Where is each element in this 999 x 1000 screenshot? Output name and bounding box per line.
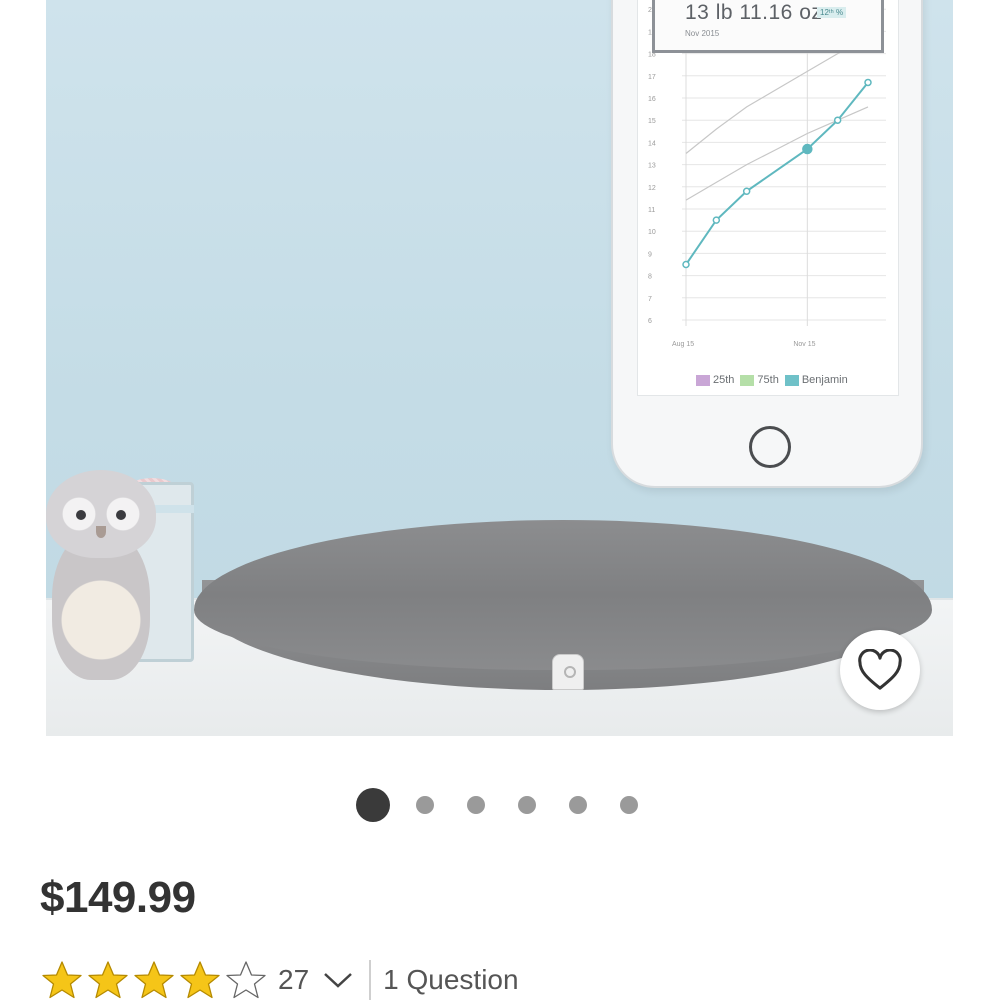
data-point [833, 116, 842, 124]
y-tick-label: 9 [648, 251, 652, 258]
star-empty-icon [226, 961, 266, 999]
carousel-indicator [0, 788, 999, 822]
heart-outline-icon [858, 649, 902, 690]
weight-date: Nov 2015 [685, 29, 720, 38]
carousel-dot[interactable] [620, 796, 638, 814]
y-tick-label: 10 [648, 229, 656, 236]
star-rating[interactable] [40, 959, 268, 1000]
product-image[interactable]: 6789101112131415161718192021Aug 15Nov 15… [46, 0, 953, 736]
y-tick-label: 16 [648, 96, 656, 103]
legend-item-75th: 75th [740, 374, 779, 386]
star-filled-icon [134, 961, 174, 999]
x-tick-label: Nov 15 [793, 341, 815, 348]
star-filled-icon [180, 961, 220, 999]
carousel-dot[interactable] [416, 796, 434, 814]
percentile-badge: 12ᵗʰ % [817, 7, 847, 18]
questions-link[interactable]: 1 Question [383, 964, 518, 996]
power-icon [552, 654, 584, 690]
legend-swatch [784, 374, 799, 386]
carousel-dot[interactable] [467, 796, 485, 814]
price: $149.99 [40, 873, 196, 922]
weight-card: 13 lb 11.16 oz 12ᵗʰ % Nov 2015 [652, 0, 884, 53]
favorite-button[interactable] [840, 630, 920, 710]
star-filled-icon [88, 961, 128, 999]
y-tick-label: 11 [648, 207, 655, 214]
star-filled-icon [42, 961, 82, 999]
carousel-dot[interactable] [518, 796, 536, 814]
y-tick-label: 12 [648, 185, 656, 192]
phone: 6789101112131415161718192021Aug 15Nov 15… [611, 0, 923, 488]
owl-plush [46, 470, 158, 690]
y-tick-label: 8 [648, 274, 652, 281]
y-tick-label: 6 [648, 318, 652, 325]
phone-screen: 6789101112131415161718192021Aug 15Nov 15… [637, 0, 899, 396]
chart-legend: 25th 75th Benjamin [696, 374, 848, 386]
legend-item-benjamin: Benjamin [784, 374, 848, 386]
review-count[interactable]: 27 [278, 964, 309, 996]
weight-value: 13 lb 11.16 oz [685, 1, 823, 24]
carousel-dot[interactable] [569, 796, 587, 814]
baby-scale [194, 520, 932, 692]
y-tick-label: 14 [648, 140, 656, 147]
series-line-benjamin [685, 81, 869, 266]
x-tick-label: Aug 15 [672, 341, 694, 348]
rating-row[interactable]: 27 1 Question [40, 960, 519, 1000]
data-point [864, 78, 872, 87]
y-tick-label: 7 [648, 296, 652, 303]
y-tick-label: 15 [648, 118, 656, 125]
y-tick-label: 17 [648, 74, 656, 81]
legend-swatch [696, 374, 710, 386]
divider [369, 960, 372, 1000]
legend-item-25th: 25th [696, 374, 734, 386]
legend-swatch [740, 374, 755, 386]
data-point [742, 187, 751, 195]
y-tick-label: 13 [648, 163, 656, 170]
home-button [749, 426, 791, 468]
product-page: 6789101112131415161718192021Aug 15Nov 15… [0, 0, 999, 1000]
carousel-dot-active[interactable] [356, 788, 390, 822]
growth-chart: 6789101112131415161718192021Aug 15Nov 15 [648, 0, 886, 348]
data-point [802, 143, 813, 155]
data-point [682, 260, 690, 269]
series-line-75th [685, 37, 869, 154]
data-point [712, 216, 721, 224]
chevron-down-icon[interactable] [323, 971, 353, 989]
